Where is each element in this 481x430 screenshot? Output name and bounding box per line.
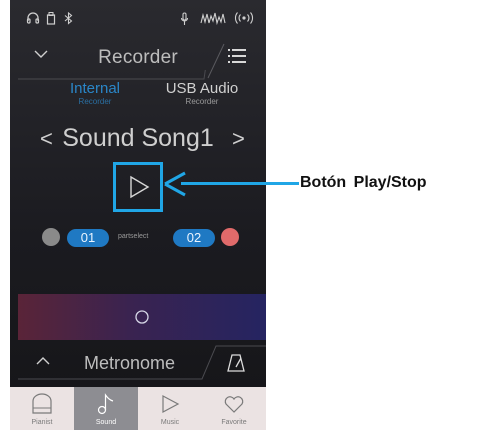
play-icon (130, 175, 150, 199)
music-note-icon (97, 393, 114, 415)
bottom-navigation: Pianist Sound Music Favorite (10, 387, 266, 430)
next-song-button[interactable]: > (232, 126, 245, 152)
device-screen: Recorder Internal Recorder USB Audio Rec… (10, 0, 266, 430)
metronome-icon[interactable] (226, 353, 246, 373)
nav-music[interactable]: Music (138, 387, 202, 430)
heart-icon (224, 396, 244, 413)
part2-button[interactable]: 02 (173, 229, 215, 247)
nav-pianist[interactable]: Pianist (10, 387, 74, 430)
usb-memory-icon (46, 12, 56, 28)
loading-circle-icon (135, 310, 149, 324)
callout-arrow-line (181, 182, 299, 185)
song-title: Sound Song1 (62, 124, 214, 152)
nav-music-label: Music (160, 419, 180, 426)
part1-status-dot (42, 228, 60, 246)
part1-button[interactable]: 01 (67, 229, 109, 247)
microphone-icon (180, 12, 189, 29)
sound-level-icon (200, 12, 226, 28)
nav-favorite-label: Favorite (221, 419, 247, 426)
header-slant-divider (207, 43, 225, 79)
header-divider (18, 70, 206, 80)
part2-record-dot[interactable] (221, 228, 239, 246)
tab-usb-sublabel: Recorder (185, 97, 219, 106)
part-select-label: partselect (118, 233, 149, 240)
tab-internal-recorder[interactable]: Internal Recorder (45, 80, 145, 107)
nav-pianist-label: Pianist (31, 419, 53, 426)
nav-favorite[interactable]: Favorite (202, 387, 266, 430)
wireless-icon (234, 12, 254, 27)
play-stop-button[interactable] (113, 162, 163, 212)
nav-sound[interactable]: Sound (74, 387, 138, 430)
tab-usb-audio-recorder[interactable]: USB Audio Recorder (152, 80, 252, 107)
play-stop-callout-label: Botón Play/Stop (300, 174, 427, 191)
menu-list-button[interactable] (225, 44, 253, 68)
play-outline-icon (162, 395, 180, 413)
nav-sound-label: Sound (95, 419, 117, 426)
tab-internal-label: Internal (69, 80, 121, 97)
headphones-icon (26, 12, 40, 27)
piano-icon (32, 393, 52, 414)
tab-internal-sublabel: Recorder (78, 97, 112, 106)
bluetooth-icon (64, 11, 73, 28)
tab-usb-label: USB Audio (165, 80, 239, 97)
